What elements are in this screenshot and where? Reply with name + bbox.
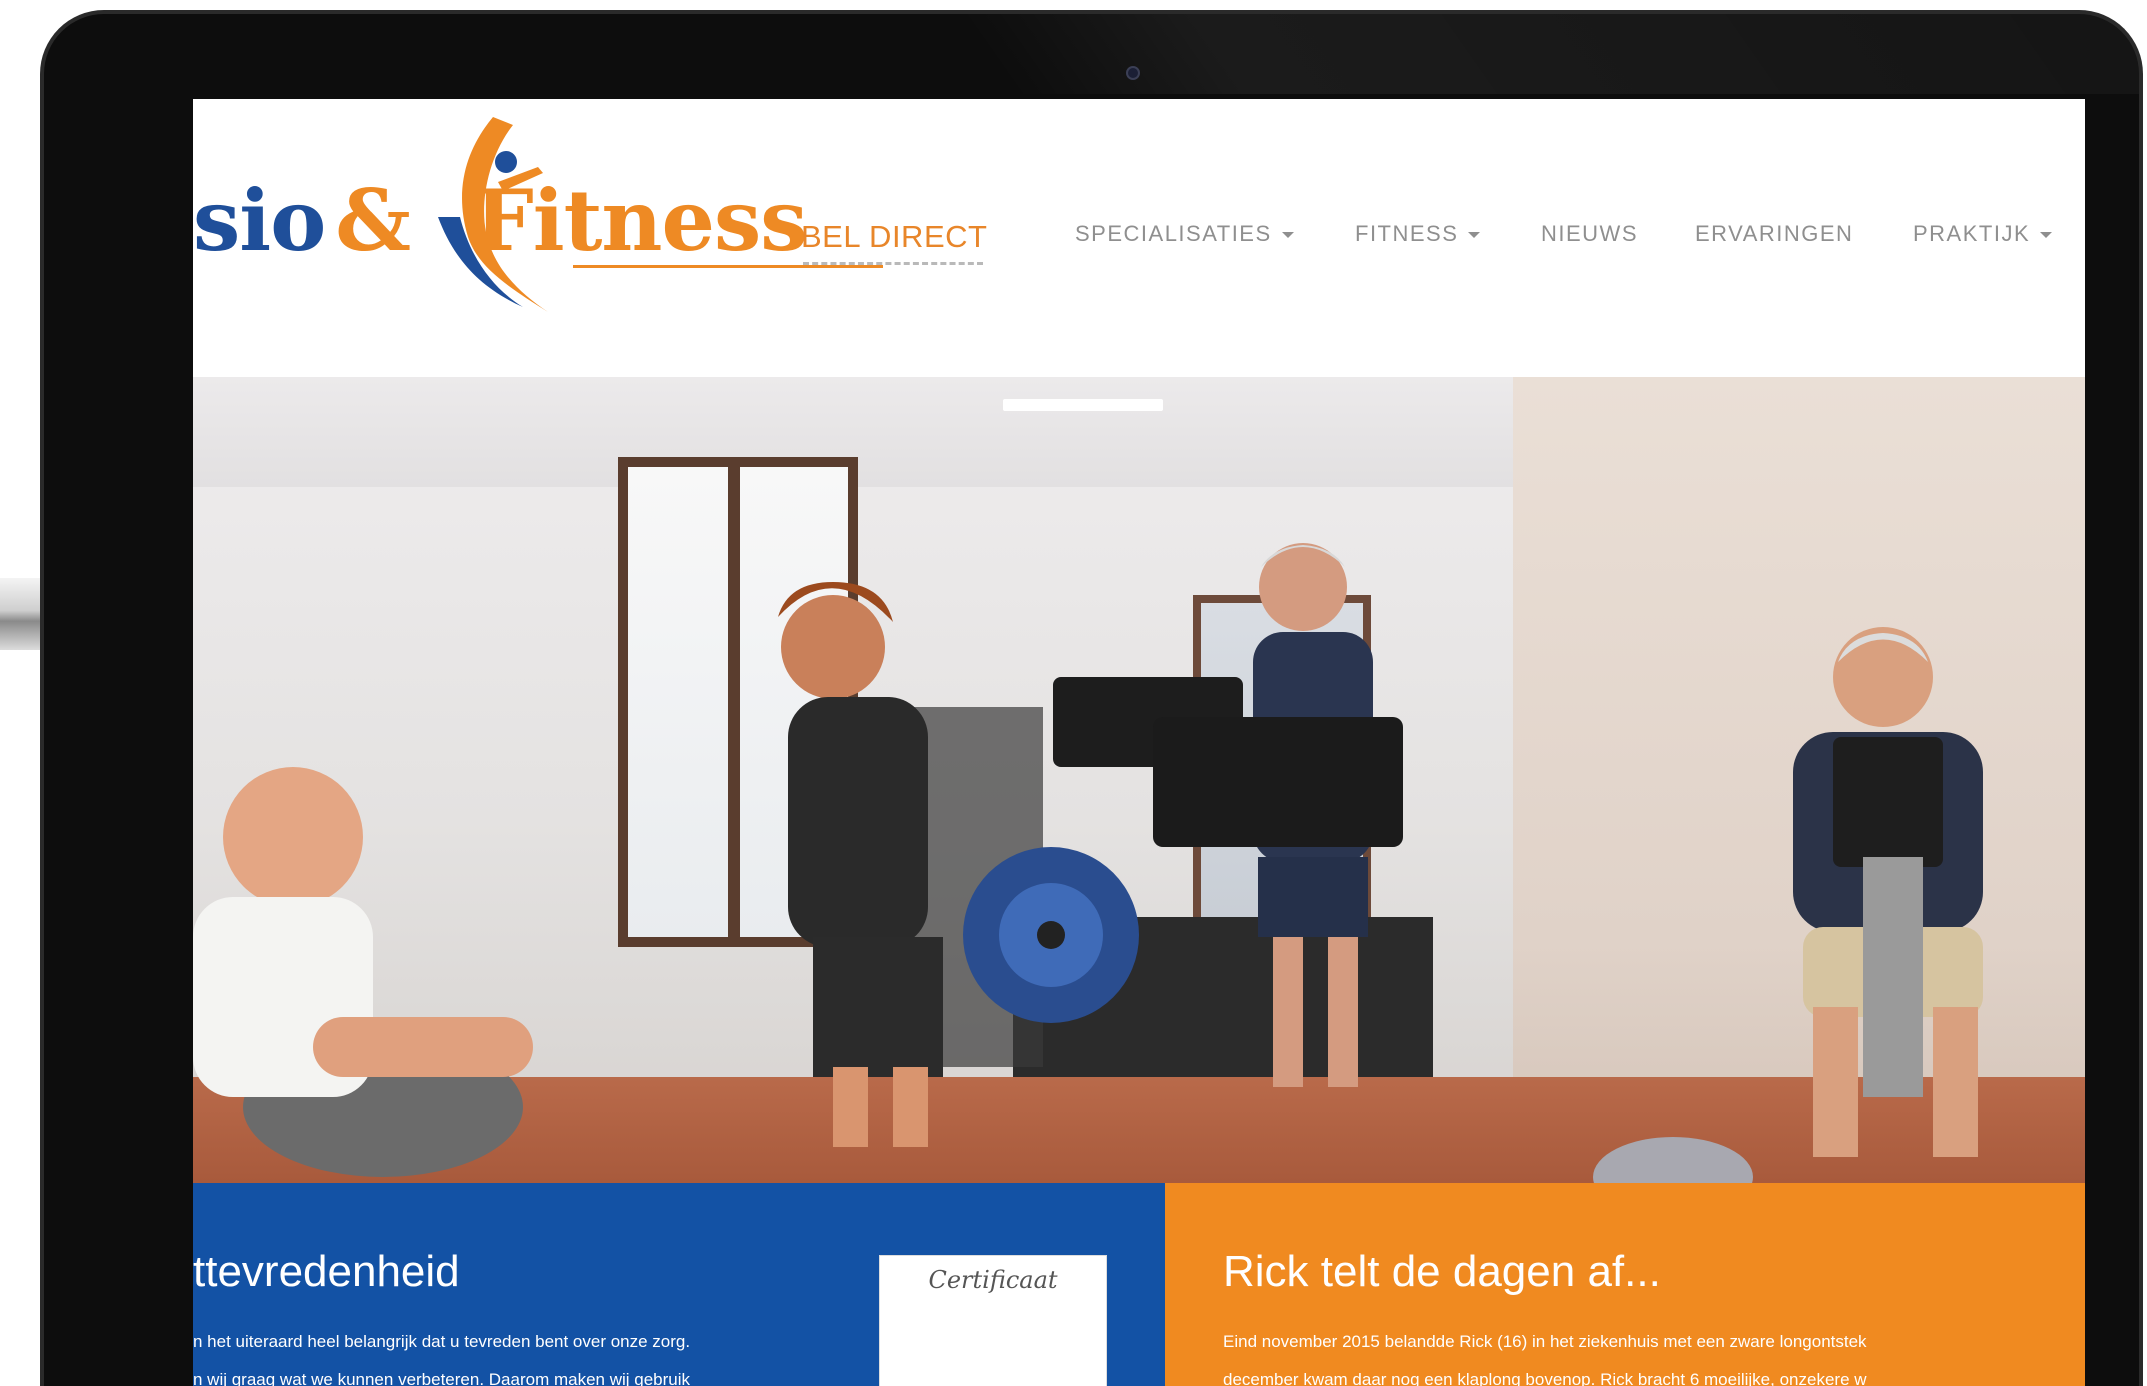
nav-item-fitness[interactable]: FITNESS bbox=[1355, 221, 1481, 247]
nav-item-specialisaties[interactable]: SPECIALISATIES bbox=[1075, 221, 1294, 247]
tablet-frame: sio & Fitness BEL DIRECT SPECIALISATIES FI… bbox=[40, 10, 2143, 1386]
panel-title: Rick telt de dagen af... bbox=[1223, 1247, 1661, 1296]
nav-item-label: PRAKTIJK bbox=[1913, 221, 2031, 246]
nav-item-label: NIEUWS bbox=[1541, 221, 1638, 246]
panel-text-line: Eind november 2015 belandde Rick (16) in… bbox=[1223, 1332, 1867, 1351]
phone-number-placeholder bbox=[803, 262, 983, 269]
chevron-down-icon bbox=[1468, 232, 1481, 239]
nav-item-label: ERVARINGEN bbox=[1695, 221, 1854, 246]
nav-item-label: SPECIALISATIES bbox=[1075, 221, 1272, 246]
nav-item-ervaringen[interactable]: ERVARINGEN bbox=[1695, 221, 1853, 247]
logo-figure-icon bbox=[438, 117, 548, 312]
camera-icon bbox=[1126, 66, 1140, 80]
certificate-label: Certificaat bbox=[928, 1266, 1058, 1294]
certificate-image: Certificaat bbox=[879, 1255, 1107, 1386]
rick-story-panel[interactable]: Rick telt de dagen af... Eind november 2… bbox=[1165, 1183, 2085, 1386]
website-screen: sio & Fitness BEL DIRECT SPECIALISATIES FI… bbox=[193, 99, 2085, 1386]
main-nav: SPECIALISATIES FITNESS NIEUWS ERVARINGEN… bbox=[193, 221, 2085, 261]
nav-item-nieuws[interactable]: NIEUWS bbox=[1541, 221, 1638, 247]
panel-text-line: n wij graag wat we kunnen verbeteren. Da… bbox=[193, 1370, 691, 1386]
chevron-down-icon bbox=[1281, 232, 1294, 239]
satisfaction-panel[interactable]: ttevredenheid n het uiteraard heel belan… bbox=[193, 1183, 1165, 1386]
panel-text-line: n het uiteraard heel belangrijk dat u te… bbox=[193, 1332, 691, 1351]
gym-scene-illustration bbox=[193, 543, 1983, 1183]
nav-item-praktijk[interactable]: PRAKTIJK bbox=[1913, 221, 2053, 247]
nav-item-label: FITNESS bbox=[1355, 221, 1459, 246]
hero-gym-photo bbox=[193, 377, 2085, 1183]
site-header: sio & Fitness BEL DIRECT SPECIALISATIES FI… bbox=[193, 99, 2085, 377]
chevron-down-icon bbox=[2040, 232, 2053, 239]
panel-title: ttevredenheid bbox=[193, 1247, 460, 1296]
panel-text-line: december kwam daar nog een klaplong bove… bbox=[1223, 1370, 1867, 1386]
